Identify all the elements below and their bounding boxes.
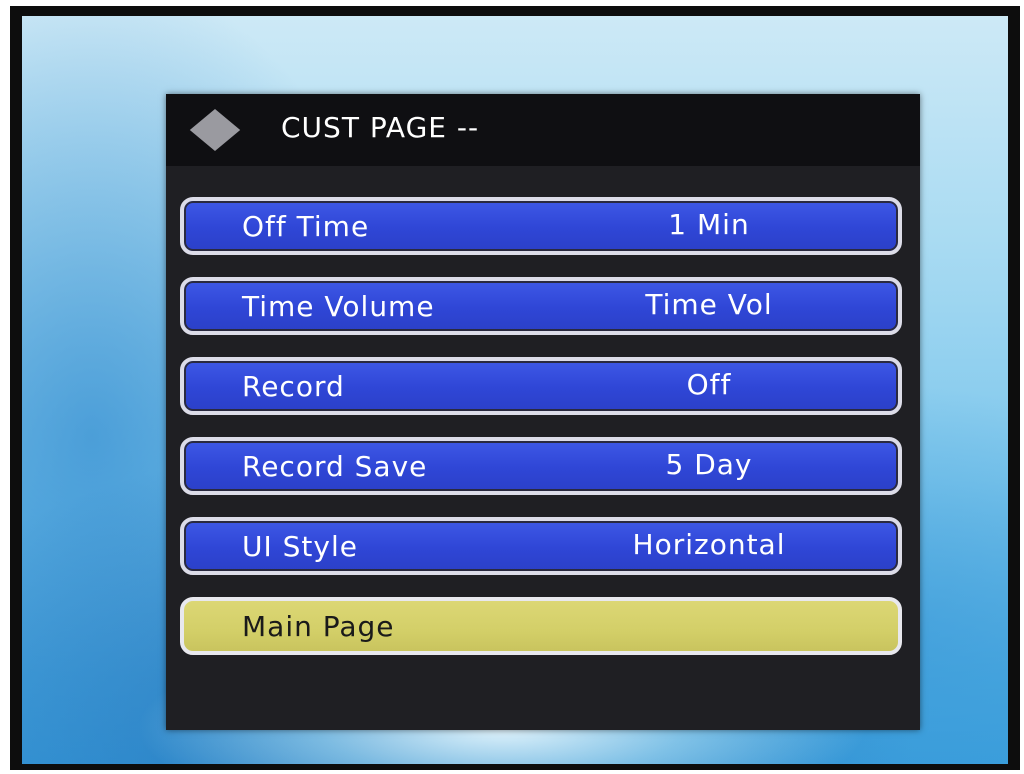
item-value: Off xyxy=(686,368,732,401)
item-value: 5 Day xyxy=(665,448,753,481)
item-value: Time Vol xyxy=(645,288,773,321)
item-label: Record xyxy=(242,370,345,403)
item-label: Record Save xyxy=(242,450,428,483)
item-label: Main Page xyxy=(242,610,395,643)
diamond-icon xyxy=(189,109,241,151)
tv-screen: CUST PAGE -- Off Time 1 Min Time Volume … xyxy=(10,6,1020,770)
menu-title: CUST PAGE -- xyxy=(281,111,480,144)
monitor-frame: CUST PAGE -- Off Time 1 Min Time Volume … xyxy=(0,0,1024,774)
menu-item-record-save[interactable]: Record Save 5 Day xyxy=(180,437,902,495)
menu-item-main-page[interactable]: Main Page xyxy=(180,597,902,655)
item-value: Horizontal xyxy=(632,528,786,561)
cust-page-menu: CUST PAGE -- Off Time 1 Min Time Volume … xyxy=(166,94,920,730)
item-label: Off Time xyxy=(242,210,370,243)
menu-item-record[interactable]: Record Off xyxy=(180,357,902,415)
item-value: 1 Min xyxy=(668,208,750,241)
menu-item-off-time[interactable]: Off Time 1 Min xyxy=(180,197,902,255)
item-label: UI Style xyxy=(242,530,358,563)
menu-item-time-volume[interactable]: Time Volume Time Vol xyxy=(180,277,902,335)
menu-header: CUST PAGE -- xyxy=(166,94,920,166)
menu-item-ui-style[interactable]: UI Style Horizontal xyxy=(180,517,902,575)
item-label: Time Volume xyxy=(242,290,435,323)
